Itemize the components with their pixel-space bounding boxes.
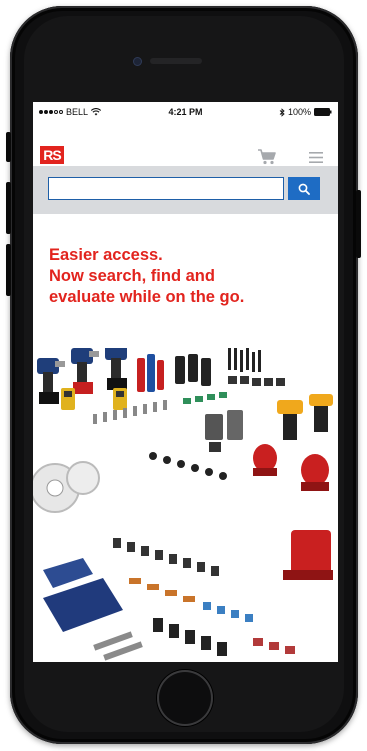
hero-line-3: evaluate while on the go.	[49, 288, 245, 306]
search-icon	[298, 183, 310, 195]
mute-switch	[6, 132, 11, 162]
search-button[interactable]	[288, 177, 320, 200]
volume-down-button	[6, 244, 11, 296]
products-collage-image	[33, 348, 333, 661]
earpiece-speaker	[150, 58, 202, 64]
hero-line-1: Easier access.	[49, 246, 163, 264]
phone-screen: BELL 4:21 PM 100% RS Easier access. Now …	[33, 102, 338, 662]
cart-icon[interactable]	[257, 148, 277, 166]
volume-up-button	[6, 182, 11, 234]
power-button	[356, 190, 361, 258]
bluetooth-icon	[279, 107, 285, 117]
battery-percent: 100%	[287, 107, 311, 117]
status-right: 100%	[279, 107, 332, 117]
front-camera	[133, 57, 142, 66]
home-button[interactable]	[157, 670, 213, 726]
hero-headline: Easier access. Now search, find and eval…	[49, 245, 329, 308]
hamburger-menu-icon[interactable]	[309, 152, 323, 163]
search-bar	[33, 166, 338, 214]
search-input[interactable]	[48, 177, 284, 200]
status-bar: BELL 4:21 PM 100%	[33, 102, 338, 122]
hero-line-2: Now search, find and	[49, 267, 215, 285]
rs-logo[interactable]: RS	[40, 146, 64, 164]
battery-icon	[314, 108, 332, 116]
